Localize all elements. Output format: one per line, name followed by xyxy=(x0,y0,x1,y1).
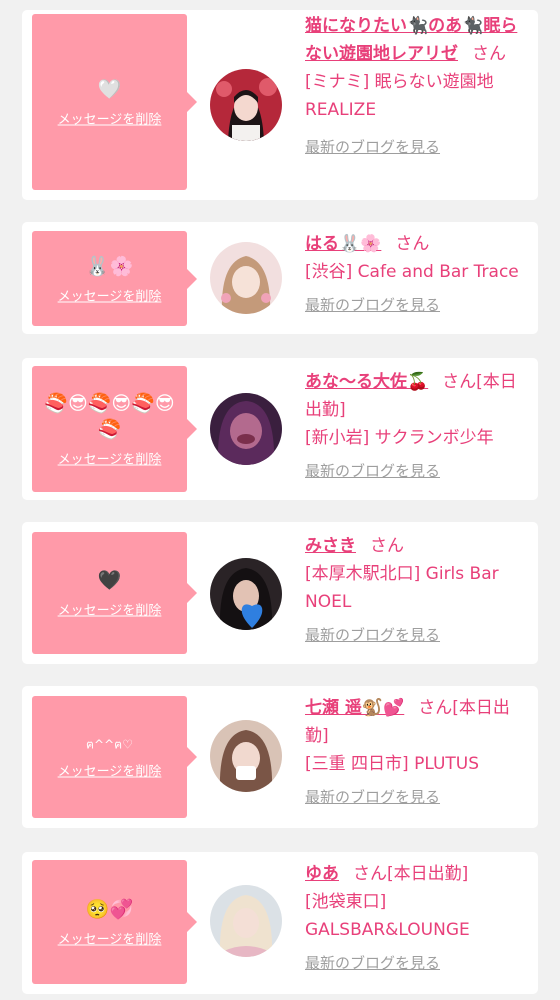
message-text: 🤍 xyxy=(97,78,122,101)
avatar[interactable] xyxy=(210,885,282,957)
sender-name-line: あな〜る大佐🍒 さん[本日出勤] xyxy=(305,368,531,424)
message-text: 🐰🌸 xyxy=(85,255,134,277)
message-text: 🖤 xyxy=(97,569,122,592)
honorific: さん xyxy=(442,372,477,392)
latest-blog-link[interactable]: 最新のブログを見る xyxy=(305,294,440,315)
sender-name-line: ゆあ さん[本日出勤] xyxy=(305,860,531,888)
message-bubble: 🥺💞 メッセージを削除 xyxy=(32,860,197,984)
honorific: さん xyxy=(395,234,430,254)
sender-info: 猫になりたい🐈‍⬛のあ🐈‍⬛眠らない遊園地レアリゼ さん [ミナミ] 眠らない遊園… xyxy=(305,12,531,157)
message-text: ฅ^^ฅ♡ xyxy=(86,737,133,752)
sender-name-line: 猫になりたい🐈‍⬛のあ🐈‍⬛眠らない遊園地レアリゼ さん xyxy=(305,12,531,68)
sender-name-link[interactable]: ゆあ xyxy=(305,864,339,884)
sender-name-line: 七瀬 遥🐒💕 さん[本日出勤] xyxy=(305,694,531,750)
message-bubble: 🐰🌸 メッセージを削除 xyxy=(32,231,197,326)
sender-name-link[interactable]: みさき xyxy=(305,536,356,556)
delete-message-link[interactable]: メッセージを削除 xyxy=(58,761,162,780)
sender-info: あな〜る大佐🍒 さん[本日出勤] [新小岩] サクランボ少年 最新のブログを見る xyxy=(305,368,531,481)
sender-name-link[interactable]: あな〜る大佐🍒 xyxy=(305,372,428,392)
sender-info: はる🐰🌸 さん [渋谷] Cafe and Bar Trace 最新のブログを見る xyxy=(305,230,531,315)
sender-name-link[interactable]: はる🐰🌸 xyxy=(305,234,381,254)
honorific: さん xyxy=(418,698,453,718)
delete-message-link[interactable]: メッセージを削除 xyxy=(58,600,162,619)
honorific: さん xyxy=(370,536,404,556)
latest-blog-link[interactable]: 最新のブログを見る xyxy=(305,786,440,807)
conversation-card: 🖤 メッセージを削除 みさき さん [本厚木駅北口] Girls Bar NOEL… xyxy=(22,522,538,664)
message-bubble: 🤍 メッセージを削除 xyxy=(32,14,197,190)
conversation-card: 🐰🌸 メッセージを削除 はる🐰🌸 さん [渋谷] Cafe and Bar Tra… xyxy=(22,222,538,334)
delete-message-link[interactable]: メッセージを削除 xyxy=(58,109,162,128)
avatar[interactable] xyxy=(210,69,282,141)
shop-name: [三重 四日市] PLUTUS xyxy=(305,754,480,774)
sender-info: みさき さん [本厚木駅北口] Girls Bar NOEL 最新のブログを見る xyxy=(305,532,531,645)
message-bubble: 🖤 メッセージを削除 xyxy=(32,532,197,654)
delete-message-link[interactable]: メッセージを削除 xyxy=(58,449,162,468)
message-bubble: 🍣😎🍣😎🍣😎🍣 メッセージを削除 xyxy=(32,366,197,492)
shop-name: [新小岩] サクランボ少年 xyxy=(305,428,494,448)
sender-info: ゆあ さん[本日出勤] [池袋東口] GALSBAR&LOUNGE 最新のブログを… xyxy=(305,860,531,973)
latest-blog-link[interactable]: 最新のブログを見る xyxy=(305,952,440,973)
message-text: 🥺💞 xyxy=(85,898,134,921)
avatar[interactable] xyxy=(210,393,282,465)
sender-name-line: はる🐰🌸 さん xyxy=(305,230,531,258)
latest-blog-link[interactable]: 最新のブログを見る xyxy=(305,624,440,645)
conversation-card: 🤍 メッセージを削除 猫になりたい🐈‍⬛のあ🐈‍⬛眠らない遊園地レアリゼ さん [… xyxy=(22,10,538,200)
avatar[interactable] xyxy=(210,558,282,630)
message-bubble: ฅ^^ฅ♡ メッセージを削除 xyxy=(32,696,197,818)
conversation-card: 🥺💞 メッセージを削除 ゆあ さん[本日出勤] [池袋東口] GALSBAR&LO… xyxy=(22,852,538,994)
conversation-card: 🍣😎🍣😎🍣😎🍣 メッセージを削除 あな〜る大佐🍒 さん[本日出勤] [新小岩] サ… xyxy=(22,358,538,500)
delete-message-link[interactable]: メッセージを削除 xyxy=(58,929,162,948)
latest-blog-link[interactable]: 最新のブログを見る xyxy=(305,136,440,157)
sender-info: 七瀬 遥🐒💕 さん[本日出勤] [三重 四日市] PLUTUS 最新のブログを見る xyxy=(305,694,531,807)
delete-message-link[interactable]: メッセージを削除 xyxy=(58,285,162,304)
shop-name: [本厚木駅北口] Girls Bar NOEL xyxy=(305,564,499,612)
message-text: 🍣😎🍣😎🍣😎🍣 xyxy=(44,392,175,441)
avatar[interactable] xyxy=(210,720,282,792)
honorific: さん xyxy=(472,44,506,64)
conversation-card: ฅ^^ฅ♡ メッセージを削除 七瀬 遥🐒💕 さん[本日出勤] [三重 四日市] P… xyxy=(22,686,538,828)
shop-name: [渋谷] Cafe and Bar Trace xyxy=(305,262,519,282)
avatar[interactable] xyxy=(210,242,282,314)
sender-name-line: みさき さん xyxy=(305,532,531,560)
latest-blog-link[interactable]: 最新のブログを見る xyxy=(305,460,440,481)
status-badge: [本日出勤] xyxy=(387,864,469,884)
sender-name-link[interactable]: 七瀬 遥🐒💕 xyxy=(305,698,404,718)
honorific: さん xyxy=(353,864,387,884)
shop-name: [ミナミ] 眠らない遊園地REALIZE xyxy=(305,72,494,120)
shop-name: [池袋東口] GALSBAR&LOUNGE xyxy=(305,892,470,940)
